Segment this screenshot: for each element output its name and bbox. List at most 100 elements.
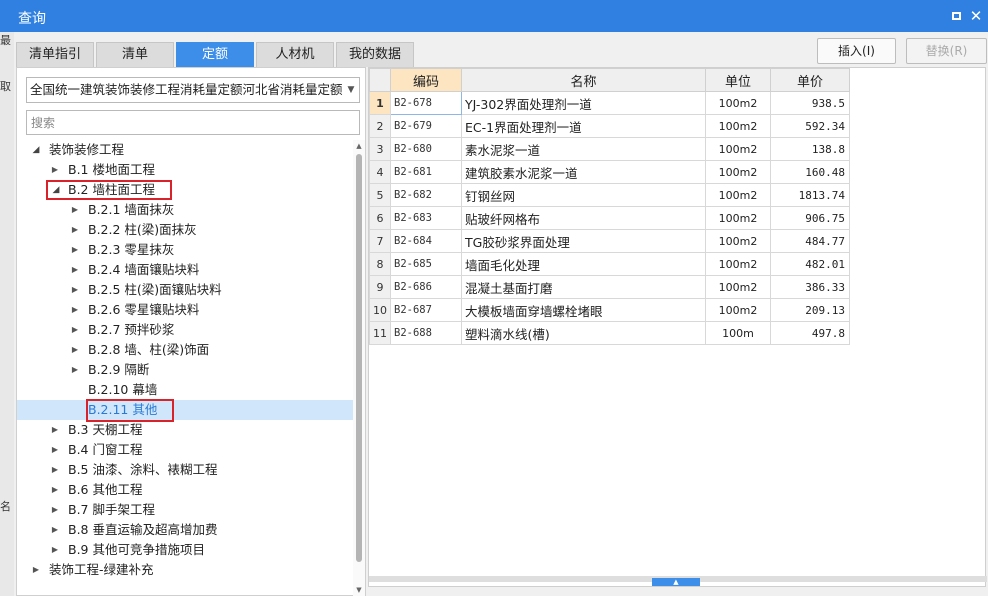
quota-library-select[interactable]: 全国统一建筑装饰装修工程消耗量定额河北省消耗量定额(20 ▼ xyxy=(26,77,360,103)
tree-scrollbar[interactable]: ▲ ▼ xyxy=(353,140,365,596)
cell-price[interactable]: 482.01 xyxy=(770,252,850,276)
tab-materials[interactable]: 人材机 xyxy=(256,42,334,67)
cell-name[interactable]: 混凝土基面打磨 xyxy=(461,275,706,299)
collapsed-triangle-icon[interactable]: ▶ xyxy=(70,280,80,300)
collapsed-triangle-icon[interactable]: ▶ xyxy=(70,340,80,360)
collapsed-triangle-icon[interactable]: ▶ xyxy=(50,460,60,480)
search-input[interactable] xyxy=(26,110,360,135)
cell-code[interactable]: B2-679 xyxy=(390,114,462,138)
tree-node-b2-11[interactable]: B.2.11 其他 xyxy=(17,400,353,420)
cell-price[interactable]: 484.77 xyxy=(770,229,850,253)
tree-node-b2-2[interactable]: ▶ B.2.2 柱(梁)面抹灰 xyxy=(17,220,353,240)
cell-price[interactable]: 497.8 xyxy=(770,321,850,345)
close-button[interactable]: ✕ xyxy=(966,6,986,26)
scroll-down-icon[interactable]: ▼ xyxy=(353,584,365,596)
tab-list-guide[interactable]: 清单指引 xyxy=(16,42,94,67)
table-row[interactable]: 7 B2-684 TG胶砂浆界面处理 100m2 484.77 xyxy=(369,229,850,253)
tree-node-b5[interactable]: ▶ B.5 油漆、涂料、裱糊工程 xyxy=(17,460,353,480)
cell-name[interactable]: EC-1界面处理剂一道 xyxy=(461,114,706,138)
tree-node-b2-8[interactable]: ▶ B.2.8 墙、柱(梁)饰面 xyxy=(17,340,353,360)
table-row[interactable]: 8 B2-685 墙面毛化处理 100m2 482.01 xyxy=(369,252,850,276)
cell-price[interactable]: 209.13 xyxy=(770,298,850,322)
collapsed-triangle-icon[interactable]: ▶ xyxy=(70,200,80,220)
cell-name[interactable]: 贴玻纤网格布 xyxy=(461,206,706,230)
table-row[interactable]: 5 B2-682 钉钢丝网 100m2 1813.74 xyxy=(369,183,850,207)
tab-quota[interactable]: 定额 xyxy=(176,42,254,67)
tree-node-b2-6[interactable]: ▶ B.2.6 零星镶贴块料 xyxy=(17,300,353,320)
cell-price[interactable]: 386.33 xyxy=(770,275,850,299)
cell-name[interactable]: YJ-302界面处理剂一道 xyxy=(461,91,706,115)
collapsed-triangle-icon[interactable]: ▶ xyxy=(50,480,60,500)
collapsed-triangle-icon[interactable]: ▶ xyxy=(50,540,60,560)
collapsed-triangle-icon[interactable]: ▶ xyxy=(50,420,60,440)
scroll-up-icon[interactable]: ▲ xyxy=(353,140,365,152)
column-header-code[interactable]: 编码 xyxy=(390,68,462,92)
tree-node-b2-5[interactable]: ▶ B.2.5 柱(梁)面镶贴块料 xyxy=(17,280,353,300)
cell-unit[interactable]: 100m2 xyxy=(705,229,771,253)
insert-button[interactable]: 插入(I) xyxy=(817,38,896,64)
table-row[interactable]: 4 B2-681 建筑胶素水泥浆一道 100m2 160.48 xyxy=(369,160,850,184)
cell-code[interactable]: B2-682 xyxy=(390,183,462,207)
table-row[interactable]: 1 B2-678 YJ-302界面处理剂一道 100m2 938.5 xyxy=(369,91,850,115)
cell-code[interactable]: B2-686 xyxy=(390,275,462,299)
cell-unit[interactable]: 100m2 xyxy=(705,275,771,299)
cell-price[interactable]: 938.5 xyxy=(770,91,850,115)
tree-node-b3[interactable]: ▶ B.3 天棚工程 xyxy=(17,420,353,440)
collapsed-triangle-icon[interactable]: ▶ xyxy=(70,360,80,380)
collapsed-triangle-icon[interactable]: ▶ xyxy=(31,560,41,580)
cell-unit[interactable]: 100m2 xyxy=(705,183,771,207)
cell-unit[interactable]: 100m2 xyxy=(705,298,771,322)
cell-price[interactable]: 160.48 xyxy=(770,160,850,184)
tree-node-b2-7[interactable]: ▶ B.2.7 预拌砂浆 xyxy=(17,320,353,340)
collapsed-triangle-icon[interactable]: ▶ xyxy=(50,500,60,520)
cell-name[interactable]: TG胶砂浆界面处理 xyxy=(461,229,706,253)
tree-node-b2-9[interactable]: ▶ B.2.9 隔断 xyxy=(17,360,353,380)
cell-price[interactable]: 1813.74 xyxy=(770,183,850,207)
collapsed-triangle-icon[interactable]: ▶ xyxy=(70,220,80,240)
cell-unit[interactable]: 100m2 xyxy=(705,91,771,115)
cell-code[interactable]: B2-683 xyxy=(390,206,462,230)
column-header-name[interactable]: 名称 xyxy=(461,68,706,92)
column-header-unit[interactable]: 单位 xyxy=(705,68,771,92)
collapsed-triangle-icon[interactable]: ▶ xyxy=(50,520,60,540)
scrollbar-thumb[interactable] xyxy=(356,154,362,562)
tab-list[interactable]: 清单 xyxy=(96,42,174,67)
cell-name[interactable]: 大模板墙面穿墙螺栓堵眼 xyxy=(461,298,706,322)
table-row[interactable]: 2 B2-679 EC-1界面处理剂一道 100m2 592.34 xyxy=(369,114,850,138)
table-row[interactable]: 11 B2-688 塑料滴水线(槽) 100m 497.8 xyxy=(369,321,850,345)
tree-node-b2-10[interactable]: B.2.10 幕墙 xyxy=(17,380,353,400)
tree-node-b2-4[interactable]: ▶ B.2.4 墙面镶贴块料 xyxy=(17,260,353,280)
cell-price[interactable]: 138.8 xyxy=(770,137,850,161)
table-row[interactable]: 9 B2-686 混凝土基面打磨 100m2 386.33 xyxy=(369,275,850,299)
cell-code[interactable]: B2-684 xyxy=(390,229,462,253)
column-header-price[interactable]: 单价 xyxy=(770,68,850,92)
cell-name[interactable]: 建筑胶素水泥浆一道 xyxy=(461,160,706,184)
maximize-button[interactable] xyxy=(946,6,966,26)
cell-name[interactable]: 钉钢丝网 xyxy=(461,183,706,207)
chevron-down-icon[interactable]: ▼ xyxy=(343,78,359,102)
cell-name[interactable]: 素水泥浆一道 xyxy=(461,137,706,161)
cell-price[interactable]: 592.34 xyxy=(770,114,850,138)
replace-button[interactable]: 替换(R) xyxy=(906,38,987,64)
cell-code[interactable]: B2-688 xyxy=(390,321,462,345)
collapsed-triangle-icon[interactable]: ▶ xyxy=(70,300,80,320)
tree-node-green-supplement[interactable]: ▶ 装饰工程-绿建补充 xyxy=(17,560,353,580)
tree-node-b7[interactable]: ▶ B.7 脚手架工程 xyxy=(17,500,353,520)
cell-unit[interactable]: 100m2 xyxy=(705,206,771,230)
collapsed-triangle-icon[interactable]: ▶ xyxy=(70,260,80,280)
cell-unit[interactable]: 100m xyxy=(705,321,771,345)
cell-code[interactable]: B2-685 xyxy=(390,252,462,276)
table-row[interactable]: 3 B2-680 素水泥浆一道 100m2 138.8 xyxy=(369,137,850,161)
collapsed-triangle-icon[interactable]: ▶ xyxy=(50,160,60,180)
panel-splitter-handle[interactable]: ▲ xyxy=(652,578,700,586)
table-row[interactable]: 10 B2-687 大模板墙面穿墙螺栓堵眼 100m2 209.13 xyxy=(369,298,850,322)
cell-price[interactable]: 906.75 xyxy=(770,206,850,230)
expanded-triangle-icon[interactable]: ◢ xyxy=(31,140,41,160)
tree-node-b2-3[interactable]: ▶ B.2.3 零星抹灰 xyxy=(17,240,353,260)
cell-unit[interactable]: 100m2 xyxy=(705,137,771,161)
cell-code[interactable]: B2-680 xyxy=(390,137,462,161)
tree-node-b8[interactable]: ▶ B.8 垂直运输及超高增加费 xyxy=(17,520,353,540)
tree-node-b9[interactable]: ▶ B.9 其他可竞争措施项目 xyxy=(17,540,353,560)
tree-node-b4[interactable]: ▶ B.4 门窗工程 xyxy=(17,440,353,460)
tree-node-b2-1[interactable]: ▶ B.2.1 墙面抹灰 xyxy=(17,200,353,220)
